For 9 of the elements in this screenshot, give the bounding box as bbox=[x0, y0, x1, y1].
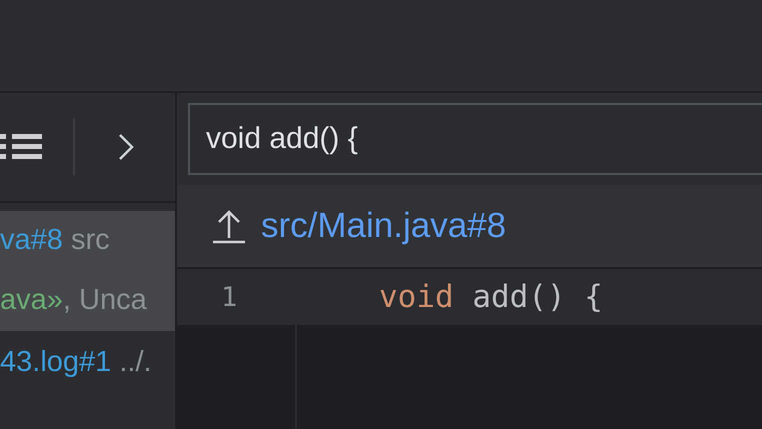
chevron-right-icon[interactable] bbox=[118, 133, 134, 161]
line-number: 1 bbox=[220, 282, 238, 312]
file-path-link[interactable]: src/Main.java#8 bbox=[261, 206, 506, 246]
upload-icon[interactable] bbox=[211, 208, 247, 244]
search-field[interactable]: void add() { bbox=[188, 103, 762, 175]
list-icon[interactable] bbox=[0, 132, 42, 162]
search-result[interactable]: va#8 src ava», Unca bbox=[0, 211, 175, 331]
code-line: void add() { bbox=[379, 279, 603, 315]
search-result[interactable]: 43.log#1 ../. bbox=[0, 333, 175, 393]
